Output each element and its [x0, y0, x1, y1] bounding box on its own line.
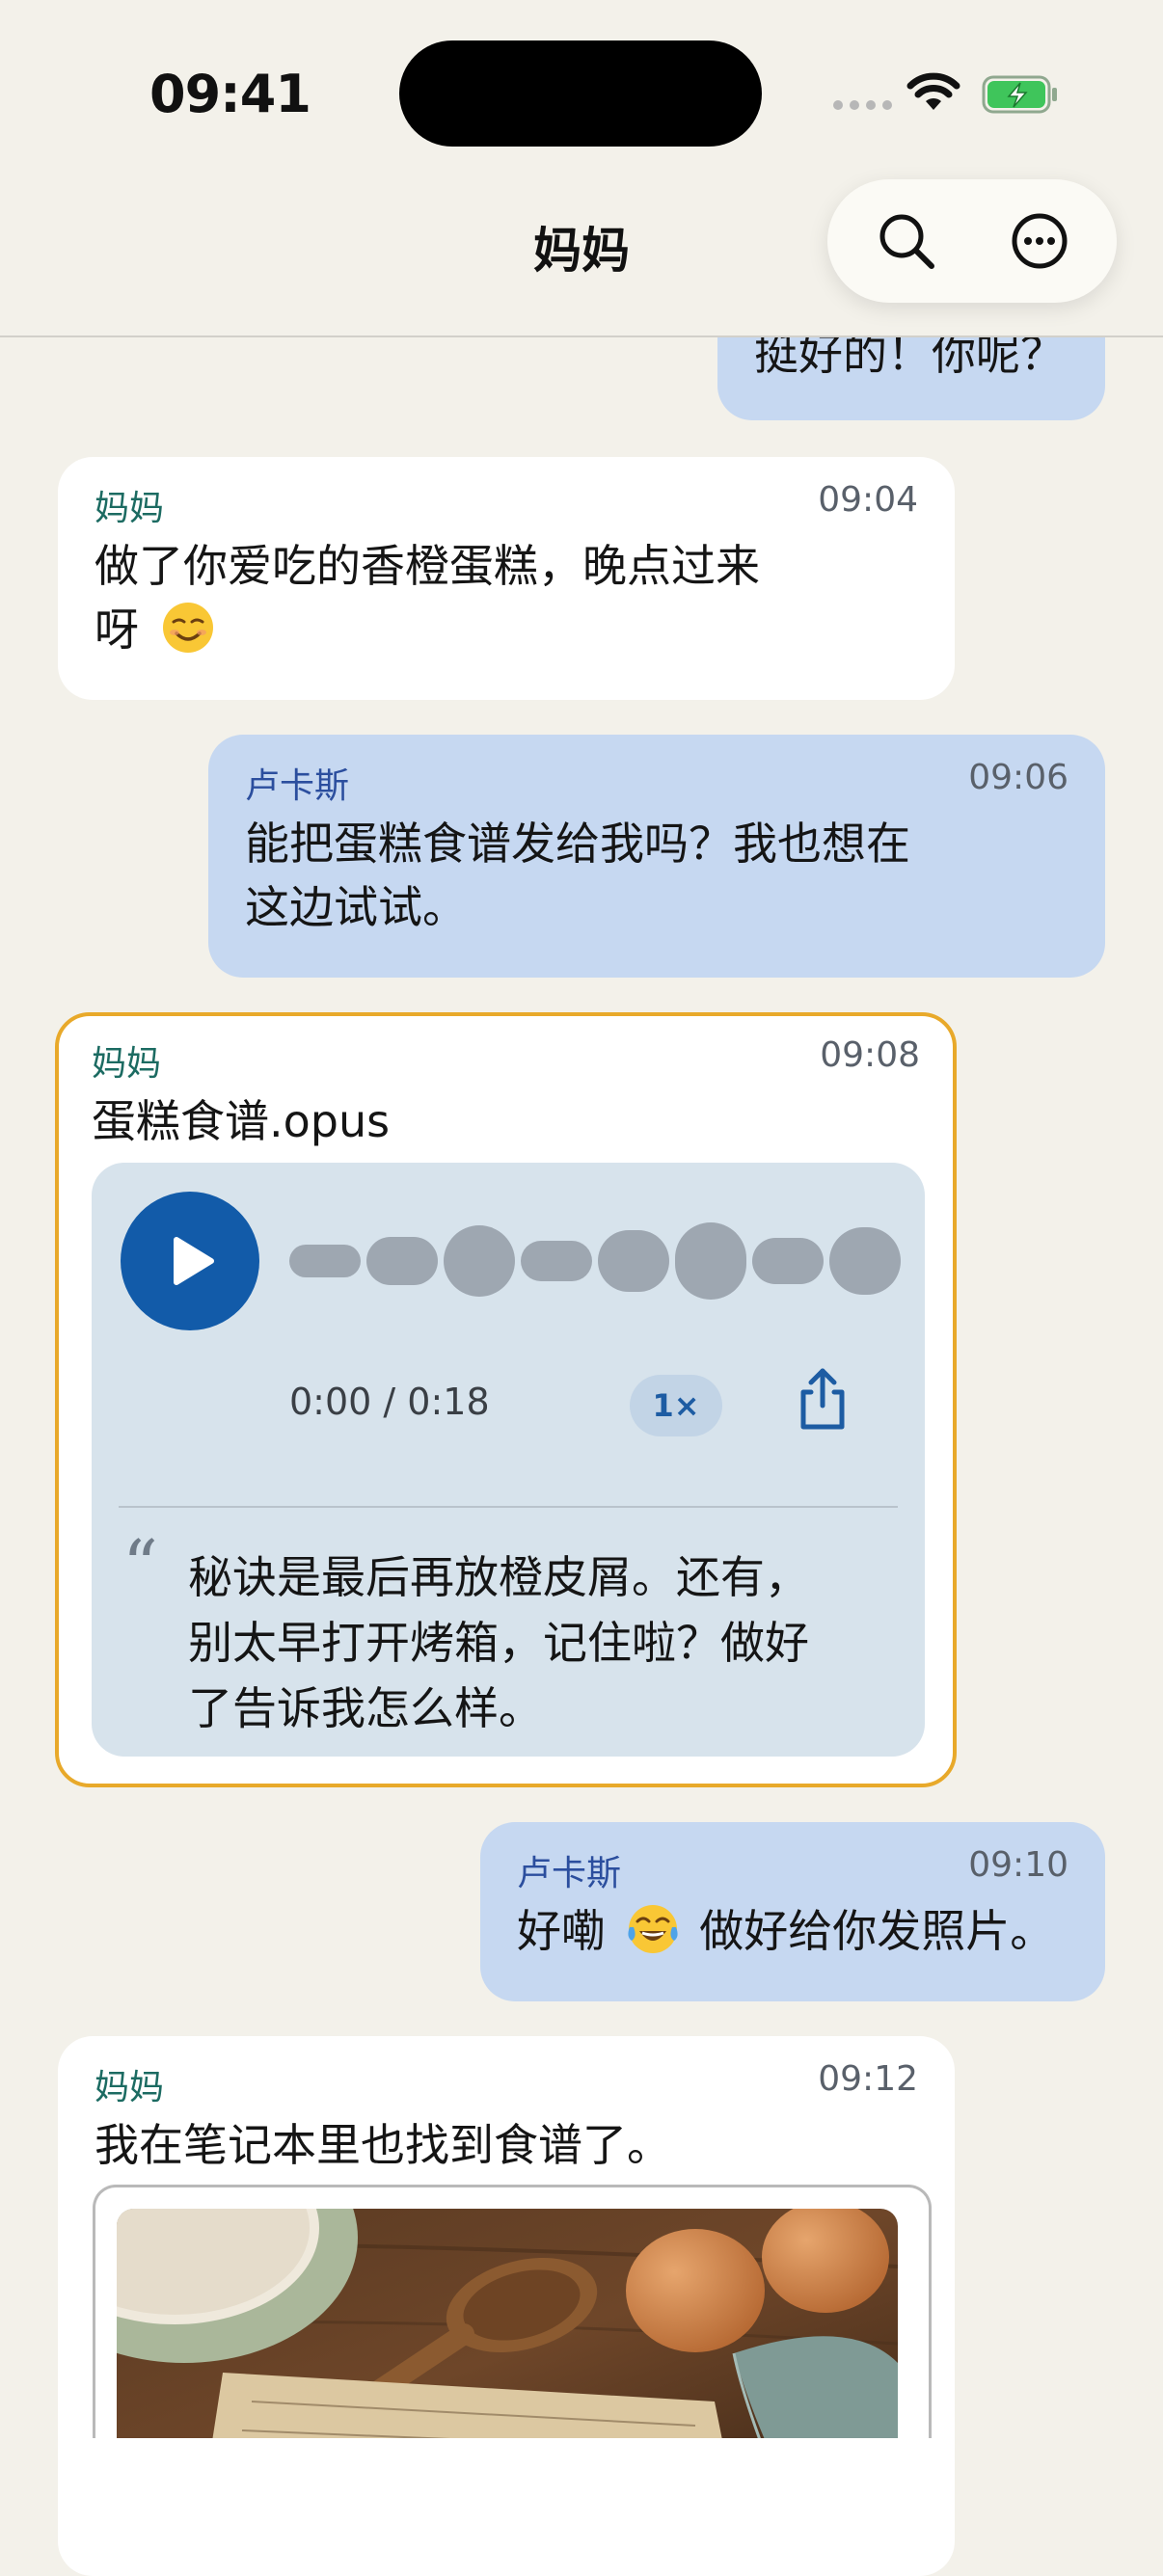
sender-name: 卢卡斯	[517, 1854, 622, 1893]
transcript-line: 秘诀是最后再放橙皮屑。还有，	[188, 1551, 809, 1603]
transcript-line: 了告诉我怎么样。	[188, 1682, 543, 1734]
play-button[interactable]	[121, 1192, 259, 1330]
message-bubble-outgoing[interactable]: 卢卡斯 09:10 好嘞 做好给你发照片。	[480, 1822, 1105, 2001]
message-text: 能把蛋糕食谱发给我吗？我也想在 这边试试。	[245, 812, 910, 939]
message-text-line: 做了你爱吃的香橙蛋糕，晚点过来	[95, 540, 760, 592]
message-text-line: 呀	[95, 604, 139, 656]
share-icon[interactable]	[794, 1365, 852, 1433]
sender-name: 卢卡斯	[245, 766, 350, 806]
message-text-line: 这边试试。	[245, 881, 467, 933]
message-time: 09:12	[818, 2059, 918, 2099]
voice-message-bubble[interactable]: 妈妈 09:08 蛋糕食谱.opus 0:00 / 0:18 1× “ 秘诀是最…	[55, 1012, 957, 1787]
status-time: 09:41	[149, 64, 311, 124]
message-bubble-outgoing[interactable]: 卢卡斯 09:06 能把蛋糕食谱发给我吗？我也想在 这边试试。	[208, 735, 1105, 978]
dynamic-island	[399, 40, 762, 147]
audio-waveform[interactable]	[289, 1222, 901, 1300]
message-text: 做了你爱吃的香橙蛋糕，晚点过来 呀	[95, 534, 760, 661]
photo-attachment[interactable]	[93, 2185, 932, 2438]
attachment-filename: 蛋糕食谱.opus	[92, 1095, 391, 1147]
message-text-part: 做好给你发照片。	[699, 1905, 1055, 1957]
signal-icon	[833, 100, 892, 110]
message-bubble-incoming[interactable]: 妈妈 09:12 我在笔记本里也找到食谱了。	[58, 2036, 955, 2576]
message-text-line: 能把蛋糕食谱发给我吗？我也想在	[245, 818, 910, 870]
message-time: 09:04	[818, 480, 918, 520]
audio-transcript: 秘诀是最后再放橙皮屑。还有， 别太早打开烤箱，记住啦？做好 了告诉我怎么样。	[188, 1544, 902, 1741]
tears-of-joy-emoji	[628, 1905, 678, 1953]
message-text: 我在笔记本里也找到食谱了。	[95, 2119, 671, 2171]
sender-name: 妈妈	[95, 489, 165, 528]
recipe-photo[interactable]	[117, 2209, 898, 2438]
message-time: 09:08	[820, 1035, 920, 1075]
play-icon	[174, 1237, 214, 1285]
more-options-icon[interactable]	[1005, 206, 1074, 276]
header-actions-overlay	[827, 179, 1117, 303]
quote-icon: “	[122, 1525, 158, 1606]
message-time: 09:06	[968, 758, 1068, 797]
sender-name: 妈妈	[92, 1044, 162, 1084]
message-bubble-incoming[interactable]: 妈妈 09:04 做了你爱吃的香橙蛋糕，晚点过来 呀	[58, 457, 955, 700]
message-text: 好嘞 做好给你发照片。	[517, 1899, 1054, 1963]
wifi-icon	[906, 72, 960, 110]
search-icon[interactable]	[872, 206, 941, 276]
message-time: 09:10	[968, 1845, 1068, 1885]
smiling-face-emoji	[162, 603, 213, 653]
audio-duration: 0:00 / 0:18	[289, 1381, 490, 1423]
header-overlay: 妈妈	[0, 164, 1163, 335]
audio-player: 0:00 / 0:18 1× “ 秘诀是最后再放橙皮屑。还有， 别太早打开烤箱，…	[92, 1163, 925, 1757]
playback-speed-button[interactable]: 1×	[630, 1375, 722, 1436]
transcript-divider	[119, 1506, 898, 1508]
battery-charging-icon	[982, 75, 1057, 114]
transcript-line: 别太早打开烤箱，记住啦？做好	[188, 1617, 809, 1669]
message-text-part: 好嘞	[517, 1905, 606, 1957]
sender-name: 妈妈	[95, 2068, 165, 2107]
